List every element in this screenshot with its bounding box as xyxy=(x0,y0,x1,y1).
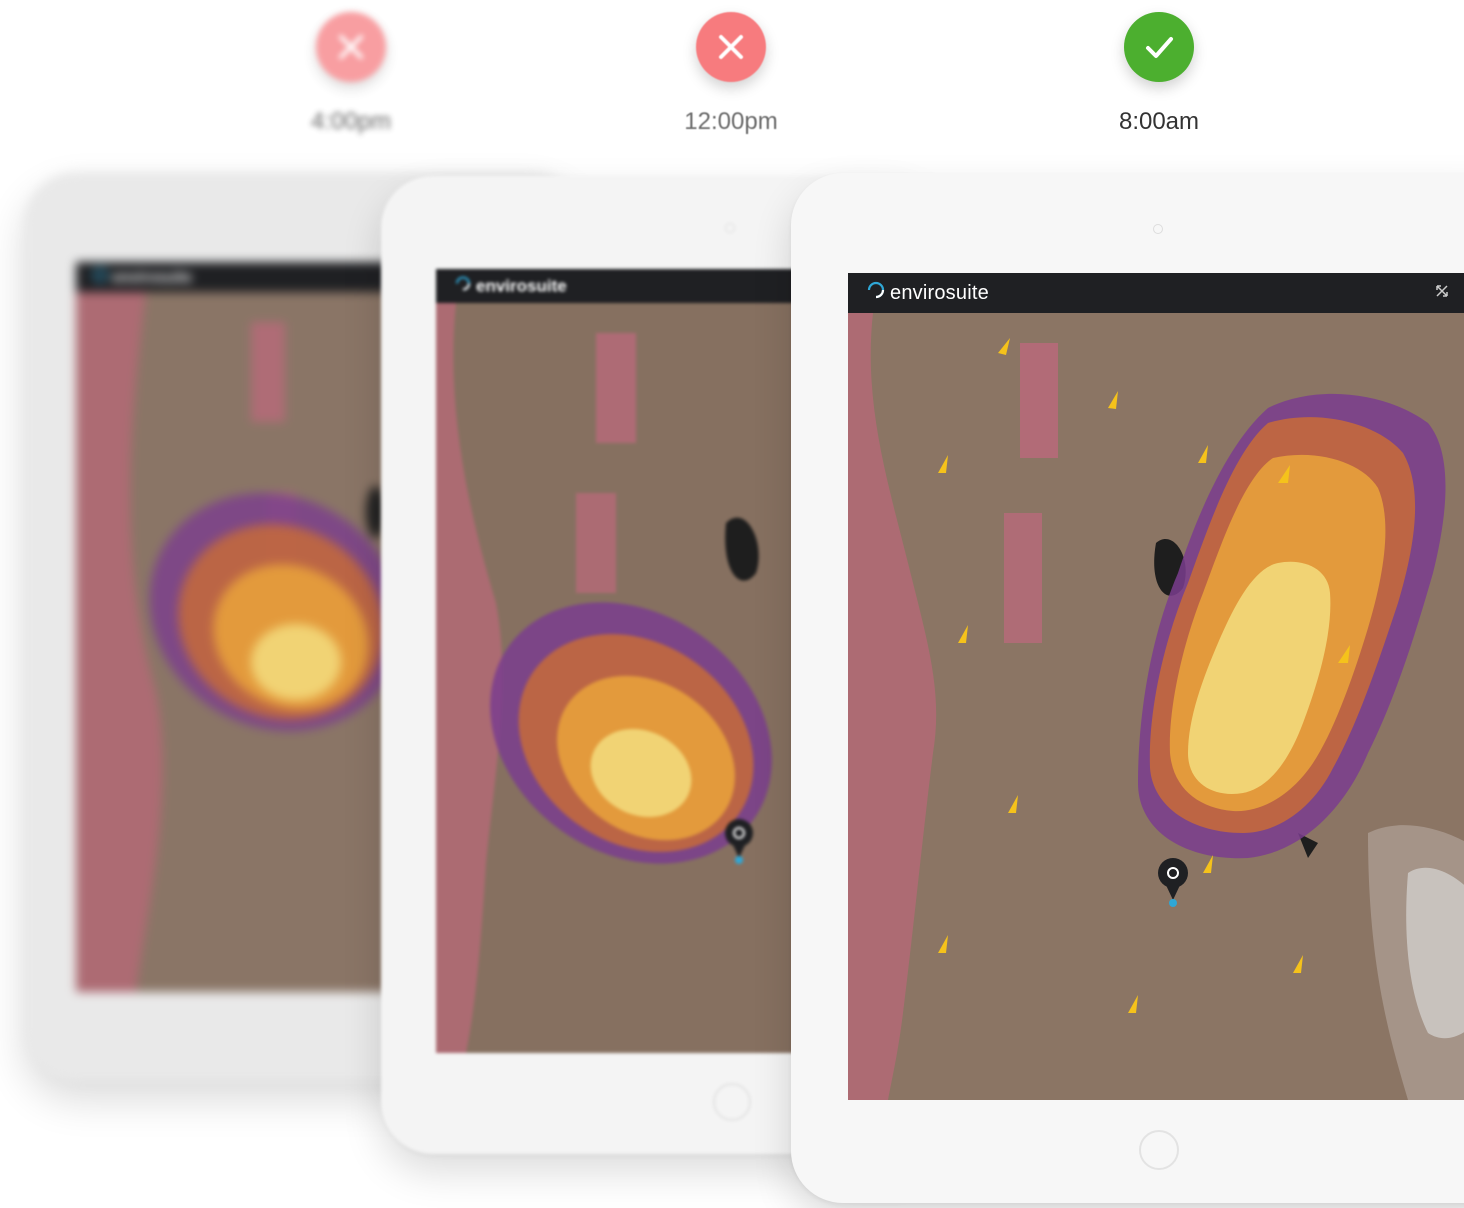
header-actions: 2 xyxy=(1435,283,1464,304)
brand: envirosuite xyxy=(92,267,192,287)
front-camera xyxy=(1153,224,1163,234)
home-button[interactable] xyxy=(713,1083,751,1121)
map-view[interactable] xyxy=(848,313,1464,1100)
status-time: 4:00pm xyxy=(310,108,392,135)
status-12pm: 12:00pm xyxy=(651,12,811,136)
tablet-screen: envirosuite 2 xyxy=(848,273,1464,1100)
tablet-8am: envirosuite 2 xyxy=(791,173,1464,1203)
close-icon xyxy=(339,35,363,59)
app-header: envirosuite 2 xyxy=(848,273,1464,313)
pass-badge xyxy=(1124,12,1194,82)
status-8am: 8:00am xyxy=(1079,12,1239,136)
home-button[interactable] xyxy=(1139,1130,1179,1170)
brand-name: envirosuite xyxy=(476,276,567,295)
envirosuite-logo-icon xyxy=(92,267,108,287)
brand-name: envirosuite xyxy=(112,268,193,286)
brand: envirosuite xyxy=(866,280,989,306)
envirosuite-logo-icon xyxy=(866,280,886,306)
status-4pm: 4:00pm xyxy=(271,12,431,136)
fail-badge xyxy=(696,12,766,82)
status-time: 8:00am xyxy=(1118,108,1200,135)
expand-icon[interactable] xyxy=(1435,284,1449,303)
status-time: 12:00pm xyxy=(684,108,778,135)
close-icon xyxy=(719,35,743,59)
fail-badge xyxy=(316,12,386,82)
check-icon xyxy=(1146,37,1173,58)
front-camera xyxy=(725,223,735,233)
brand: envirosuite xyxy=(454,275,567,298)
envirosuite-logo-icon xyxy=(454,275,472,298)
brand-name: envirosuite xyxy=(890,281,989,304)
